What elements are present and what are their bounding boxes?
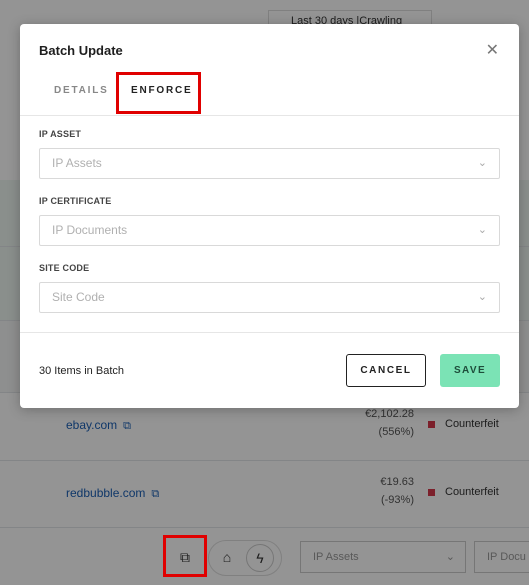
close-icon[interactable]: ✕	[486, 40, 499, 60]
chevron-down-icon: ⌄	[477, 291, 487, 303]
modal-title: Batch Update	[39, 43, 123, 58]
modal-tabs: DETAILS ENFORCE	[20, 80, 519, 116]
highlight-box	[116, 72, 201, 114]
ip-asset-label: IP ASSET	[39, 129, 82, 139]
chevron-down-icon: ⌄	[477, 224, 487, 236]
cancel-button[interactable]: CANCEL	[346, 354, 426, 387]
batch-count: 30 Items in Batch	[39, 365, 124, 377]
chevron-down-icon: ⌄	[477, 157, 487, 169]
batch-update-modal: Batch Update ✕ DETAILS ENFORCE IP ASSET …	[20, 24, 519, 408]
highlight-box	[163, 535, 207, 577]
site-code-label: SITE CODE	[39, 263, 90, 273]
ip-certificate-label: IP CERTIFICATE	[39, 196, 112, 206]
tab-details[interactable]: DETAILS	[52, 85, 111, 96]
ip-certificate-select[interactable]: IP Documents ⌄	[39, 215, 500, 246]
site-code-select[interactable]: Site Code ⌄	[39, 282, 500, 313]
ip-asset-select[interactable]: IP Assets ⌄	[39, 148, 500, 179]
modal-footer-divider	[20, 332, 519, 333]
save-button[interactable]: SAVE	[440, 354, 500, 387]
